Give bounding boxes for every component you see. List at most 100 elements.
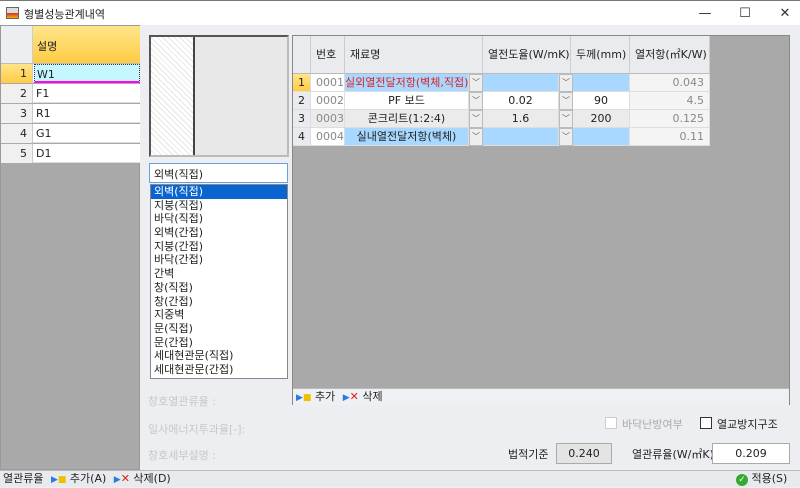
row-header[interactable]: 4 <box>293 128 311 146</box>
delete-element-button[interactable]: 삭제(D) <box>133 472 170 485</box>
type-option[interactable]: 바닥(직접) <box>151 212 287 226</box>
type-option[interactable]: 간벽 <box>151 267 287 281</box>
header-material[interactable]: 재료명 <box>345 36 483 74</box>
chevron-down-icon[interactable]: ﹀ <box>469 110 483 128</box>
u-value-label: 열관류율(W/㎡K) <box>632 448 714 461</box>
row-header[interactable]: 2 <box>293 92 311 110</box>
floor-heating-label: 바닥난방여부 <box>622 418 683 431</box>
row-number: 5 <box>1 144 33 163</box>
row-number: 4 <box>1 124 33 143</box>
title-bar: 형별성능관계내역 — ☐ ✕ <box>0 0 800 25</box>
cell-conductivity[interactable] <box>483 74 559 92</box>
header-conductivity[interactable]: 열전도율(W/mK) <box>483 36 571 74</box>
type-option[interactable]: 지붕(직접) <box>151 199 287 213</box>
cell-no: 0004 <box>311 128 345 146</box>
type-option[interactable]: 바닥(간접) <box>151 253 287 267</box>
cell-material[interactable]: PF 보드 <box>345 92 469 110</box>
column-header-description[interactable]: 설명 <box>33 26 140 64</box>
select-all-corner[interactable] <box>1 26 33 64</box>
legal-standard-label: 법적기준 <box>508 448 549 461</box>
cell-no: 0001 <box>311 74 345 92</box>
cell-thickness[interactable] <box>573 74 630 92</box>
cell-resistance: 0.125 <box>630 110 710 128</box>
list-row[interactable]: 1 W1 <box>1 64 140 83</box>
row-number: 1 <box>1 64 33 83</box>
type-option[interactable]: 외벽(간접) <box>151 226 287 240</box>
row-description[interactable]: D1 <box>36 144 51 163</box>
type-option[interactable]: 창(직접) <box>151 281 287 295</box>
cell-conductivity[interactable] <box>483 128 559 146</box>
type-option[interactable]: 문(간접) <box>151 336 287 350</box>
row-description[interactable]: R1 <box>36 104 51 123</box>
header-no[interactable]: 번호 <box>311 36 345 74</box>
type-option[interactable]: 세대현관문(직접) <box>151 349 287 363</box>
solar-transmittance-label: 일사에너지투과율[-]: <box>148 423 246 436</box>
list-row[interactable]: 4 G1 <box>1 124 140 143</box>
add-element-button[interactable]: 추가(A) <box>70 472 106 485</box>
minimize-button[interactable]: — <box>690 5 720 23</box>
check-icon: ✓ <box>736 474 748 486</box>
row-header[interactable]: 3 <box>293 110 311 128</box>
maximize-button[interactable]: ☐ <box>730 5 760 23</box>
cell-resistance: 0.11 <box>630 128 710 146</box>
layer-line <box>193 37 195 155</box>
legal-standard-value: 0.240 <box>556 443 612 464</box>
chevron-down-icon[interactable]: ﹀ <box>559 110 573 128</box>
cell-thickness[interactable]: 200 <box>573 110 630 128</box>
window-u-label: 창호열관류율 : <box>148 395 216 408</box>
delete-icon: ▶✕ <box>113 472 130 485</box>
type-select-input[interactable]: 외벽(직접) <box>149 163 288 183</box>
add-icon: ▶■ <box>50 475 67 485</box>
chevron-down-icon[interactable]: ﹀ <box>559 92 573 110</box>
cell-material[interactable]: 콘크리트(1:2:4) <box>345 110 469 128</box>
thermal-bridge-checkbox[interactable] <box>700 417 712 429</box>
row-number: 3 <box>1 104 33 123</box>
row-description[interactable]: G1 <box>36 124 52 143</box>
type-options-list: 외벽(직접) 지붕(직접) 바닥(직접) 외벽(간접) 지붕(간접) 바닥(간접) 간벽 창(… <box>150 184 288 379</box>
cell-resistance: 4.5 <box>630 92 710 110</box>
cell-conductivity[interactable]: 1.6 <box>483 110 559 128</box>
header-thickness[interactable]: 두께(mm) <box>571 36 630 74</box>
row-header[interactable]: 1 <box>293 74 311 92</box>
cell-no: 0002 <box>311 92 345 110</box>
row-description[interactable]: F1 <box>36 84 49 103</box>
app-icon <box>6 7 19 19</box>
hatch-layer <box>151 37 193 155</box>
floor-heating-checkbox[interactable] <box>605 417 617 429</box>
row-number: 2 <box>1 84 33 103</box>
cell-thickness[interactable] <box>573 128 630 146</box>
type-option[interactable]: 세대현관문(간접) <box>151 363 287 377</box>
cell-no: 0003 <box>311 110 345 128</box>
list-row[interactable]: 5 D1 <box>1 144 140 163</box>
detail-panel: 외벽(직접) 외벽(직접) 지붕(직접) 바닥(직접) 외벽(간접) 지붕(간접) 바닥(… <box>140 25 800 470</box>
chevron-down-icon[interactable]: ﹀ <box>559 128 573 146</box>
chevron-down-icon[interactable]: ﹀ <box>559 74 573 92</box>
status-label: 열관류율 <box>3 472 44 485</box>
chevron-down-icon[interactable]: ﹀ <box>469 74 483 92</box>
type-option[interactable]: 문(직접) <box>151 322 287 336</box>
cell-thickness[interactable]: 90 <box>573 92 630 110</box>
cell-material[interactable]: 실외열전달저항(벽체,직접) <box>345 74 469 92</box>
row-description[interactable]: W1 <box>34 64 140 83</box>
list-row[interactable]: 3 R1 <box>1 104 140 123</box>
delete-icon: ▶✕ <box>342 390 359 403</box>
wall-preview <box>149 35 289 157</box>
add-layer-button[interactable]: 추가 <box>315 390 335 403</box>
close-button[interactable]: ✕ <box>770 5 800 23</box>
list-row[interactable]: 2 F1 <box>1 84 140 103</box>
delete-layer-button[interactable]: 삭제 <box>362 390 382 403</box>
grid-corner[interactable] <box>293 36 311 74</box>
chevron-down-icon[interactable]: ﹀ <box>469 128 483 146</box>
cell-conductivity[interactable]: 0.02 <box>483 92 559 110</box>
type-option[interactable]: 창(간접) <box>151 295 287 309</box>
type-option[interactable]: 외벽(직접) <box>151 185 287 199</box>
cell-material[interactable]: 실내열전달저항(벽체) <box>345 128 469 146</box>
thermal-bridge-label: 열교방지구조 <box>717 418 778 431</box>
type-option[interactable]: 지붕(간접) <box>151 240 287 254</box>
header-resistance[interactable]: 열저항(㎡K/W) <box>630 36 710 74</box>
apply-button[interactable]: ✓ 적용(S) <box>736 471 787 487</box>
chevron-down-icon[interactable]: ﹀ <box>469 92 483 110</box>
type-option[interactable]: 지중벽 <box>151 308 287 322</box>
apply-label: 적용(S) <box>751 472 788 485</box>
window-description-label: 창호세부설명 : <box>148 449 216 462</box>
